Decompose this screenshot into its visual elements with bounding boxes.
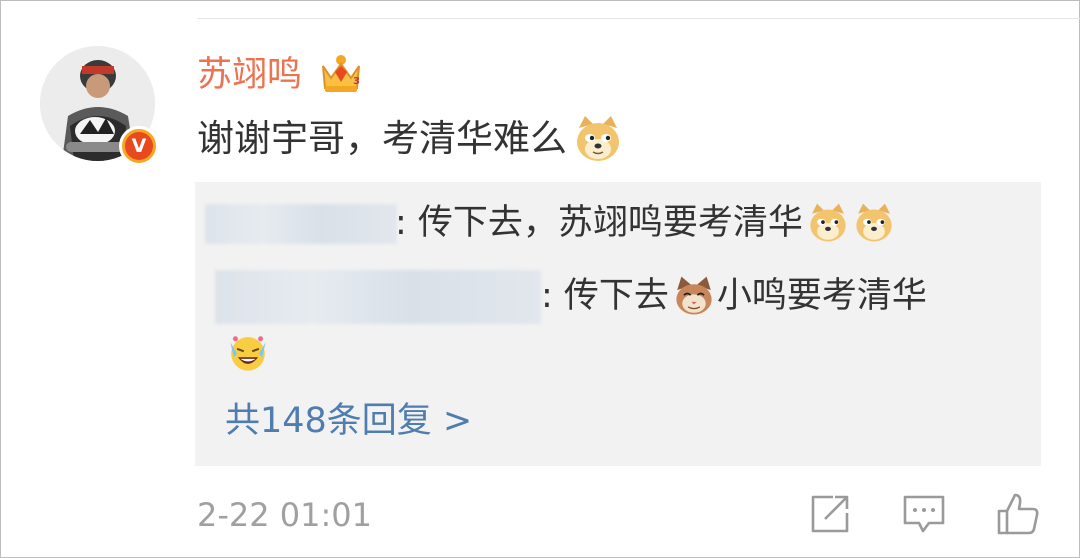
reply-box[interactable]: : 传下去，苏翊鸣要考清华: 传下去 小鸣要考清华 共148条回复 >: [195, 182, 1041, 466]
comment-text: 谢谢宇哥，考清华难么: [197, 114, 623, 164]
reply-item[interactable]: : 传下去 小鸣要考清华: [541, 273, 927, 319]
comment-body: 谢谢宇哥，考清华难么: [197, 117, 567, 160]
svg-text:3: 3: [353, 76, 360, 87]
divider: [197, 18, 1080, 19]
doge-emoji: [577, 116, 619, 161]
verified-v-icon: V: [125, 132, 153, 160]
username[interactable]: 苏翊鸣: [197, 53, 302, 97]
reply-item[interactable]: : 传下去，苏翊鸣要考清华: [395, 200, 895, 246]
doge-emoji: [810, 203, 846, 242]
comment-icon[interactable]: [901, 491, 947, 537]
laugh-cry-emoji: [230, 336, 266, 371]
timestamp: 2-22 01:01: [197, 496, 373, 534]
doge-emoji: [856, 203, 892, 242]
reply-text: : 传下去: [541, 276, 669, 316]
comment-card: V 苏翊鸣 3 谢谢宇哥，考清华难么 : 传下去，苏翊鸣要考清华: 传下去 小…: [0, 0, 1080, 558]
reply-text: : 传下去，苏翊鸣要考清华: [395, 203, 803, 243]
verified-badge: V: [119, 126, 159, 166]
more-replies-link[interactable]: 共148条回复 >: [225, 398, 472, 444]
like-icon[interactable]: [995, 491, 1041, 537]
cat-emoji: [676, 276, 712, 315]
share-icon[interactable]: [807, 491, 853, 537]
crown-level-icon: 3: [322, 55, 360, 92]
reply-text: 小鸣要考清华: [716, 276, 927, 316]
blurred-username: [205, 204, 397, 244]
blurred-username: [215, 270, 541, 324]
